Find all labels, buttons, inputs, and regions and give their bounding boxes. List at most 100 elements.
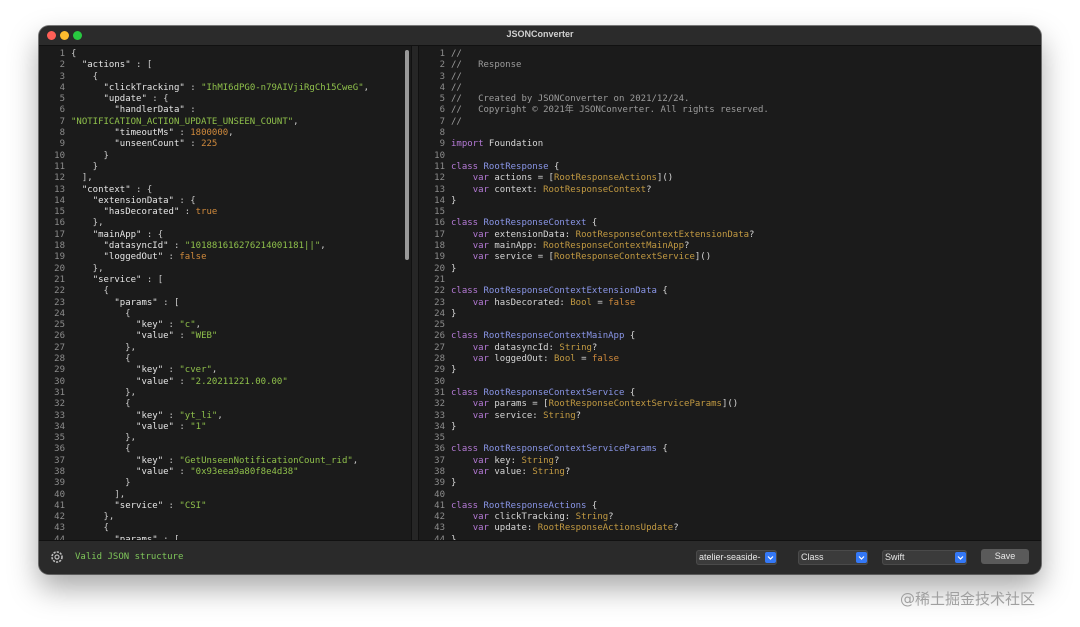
line-number: 40 — [434, 489, 445, 500]
json-editor-lines[interactable]: 1{2 "actions" : [3 {4 "clickTracking" : … — [39, 49, 369, 540]
code-token: actions = [ — [488, 173, 554, 184]
code-line: 14} — [419, 196, 769, 207]
code-output[interactable]: 1 // 2 // Response 3 // 4 // 5 // Created by JSON… — [419, 46, 1041, 540]
gear-icon[interactable] — [50, 550, 64, 564]
json-line: 15 "hasDecorated" : true — [39, 207, 369, 218]
code-token: service = [ — [488, 252, 554, 263]
code-token: { — [71, 399, 131, 410]
code-token: var — [472, 354, 489, 365]
code-token: // — [451, 71, 462, 82]
struct-type-select[interactable]: Class — [798, 550, 868, 565]
json-editor[interactable]: 1{2 "actions" : [3 {4 "clickTracking" : … — [39, 46, 411, 540]
json-line: 37 "key" : "GetUnseenNotificationCount_r… — [39, 456, 369, 467]
code-token: class — [451, 218, 479, 229]
code-token: }, — [71, 263, 104, 274]
code-token: ]() — [694, 252, 712, 263]
line-number: 8 — [59, 128, 65, 139]
code-token: } — [71, 161, 99, 172]
theme-select[interactable]: atelier-seaside- — [696, 550, 777, 565]
code-token: Bool — [570, 297, 592, 308]
line-number: 7 — [59, 116, 65, 127]
code-token: "timeoutMs" — [114, 128, 174, 139]
code-token: // Response — [451, 60, 522, 71]
code-token: "0x93eea9a80f8e4d38" — [190, 466, 299, 477]
code-token: "service" — [114, 500, 164, 511]
code-token: : — [163, 320, 180, 331]
line-number: 10 — [54, 150, 65, 161]
code-token: // — [451, 49, 462, 59]
code-token: "datasyncId" — [103, 241, 169, 252]
code-line: 2 // Response — [419, 60, 769, 71]
line-number: 32 — [54, 399, 65, 410]
line-number: 18 — [434, 241, 445, 252]
line-number: 6 — [439, 105, 445, 116]
app-window: JSONConverter 1{2 "actions" : [3 {4 "cli… — [39, 26, 1041, 574]
code-token: : [ — [157, 297, 180, 308]
watermark: @稀土掘金技术社区 — [900, 590, 1036, 608]
code-token: var — [472, 297, 489, 308]
code-token: , — [320, 241, 326, 252]
language-select[interactable]: Swift — [882, 550, 967, 565]
code-token: service: — [488, 410, 544, 421]
line-number: 2 — [59, 60, 65, 71]
code-token: } — [451, 263, 457, 274]
code-line: 1 // — [419, 49, 769, 60]
code-token: : — [163, 252, 180, 263]
code-token: var — [472, 512, 489, 523]
code-token: } — [451, 195, 457, 206]
code-output-lines[interactable]: 1 // 2 // Response 3 // 4 // 5 // Created by JSON… — [419, 49, 769, 540]
code-line: 17 var extensionData: RootResponseContex… — [419, 230, 769, 241]
code-token: : [ — [141, 274, 164, 285]
line-number: 24 — [54, 308, 65, 319]
code-line: 3 // — [419, 72, 769, 83]
code-token: { — [71, 308, 131, 319]
line-number: 28 — [54, 354, 65, 365]
code-token: "loggedOut" — [103, 252, 164, 263]
code-token: "params" — [114, 297, 158, 308]
code-token: RootResponseContextService — [483, 387, 625, 398]
code-line: 32 var params = [RootResponseContextServ… — [419, 399, 769, 410]
code-token: RootResponseActions — [553, 173, 657, 184]
line-number: 26 — [54, 331, 65, 342]
line-number: 22 — [54, 286, 65, 297]
line-number: 3 — [59, 71, 65, 82]
code-line: 13 var context: RootResponseContext? — [419, 185, 769, 196]
code-token: "key" — [136, 320, 164, 331]
code-token: RootResponseContextExtensionData — [483, 286, 657, 297]
code-line: 5 // Created by JSONConverter on 2021/12/… — [419, 94, 769, 105]
code-line: 26 class RootResponseContextMainApp { — [419, 331, 769, 342]
code-token: true — [195, 207, 218, 218]
code-token: , — [293, 116, 299, 127]
line-number: 34 — [54, 421, 65, 432]
line-number: 3 — [439, 71, 445, 82]
line-number: 19 — [434, 252, 445, 263]
code-line: 35 — [419, 433, 769, 444]
line-number: 42 — [54, 512, 65, 523]
line-number: 35 — [54, 433, 65, 444]
line-number: 14 — [54, 195, 65, 206]
code-token: ? — [646, 184, 652, 195]
code-token: params = [ — [488, 399, 549, 410]
code-token: RootResponseContextService — [553, 252, 695, 263]
code-token: { — [71, 444, 131, 455]
json-line: 30 "value" : "2.20211221.00.00" — [39, 377, 369, 388]
line-number: 31 — [54, 387, 65, 398]
json-editor-scrollbar[interactable] — [405, 50, 409, 260]
status-message: Valid JSON structure — [75, 552, 184, 562]
save-button[interactable]: Save — [981, 549, 1029, 564]
code-token: "value" — [136, 376, 174, 387]
code-line: 25 — [419, 320, 769, 331]
split-divider[interactable] — [411, 46, 419, 540]
code-token: { — [586, 500, 598, 511]
code-token: "update" — [103, 94, 147, 105]
line-number: 9 — [439, 139, 445, 150]
